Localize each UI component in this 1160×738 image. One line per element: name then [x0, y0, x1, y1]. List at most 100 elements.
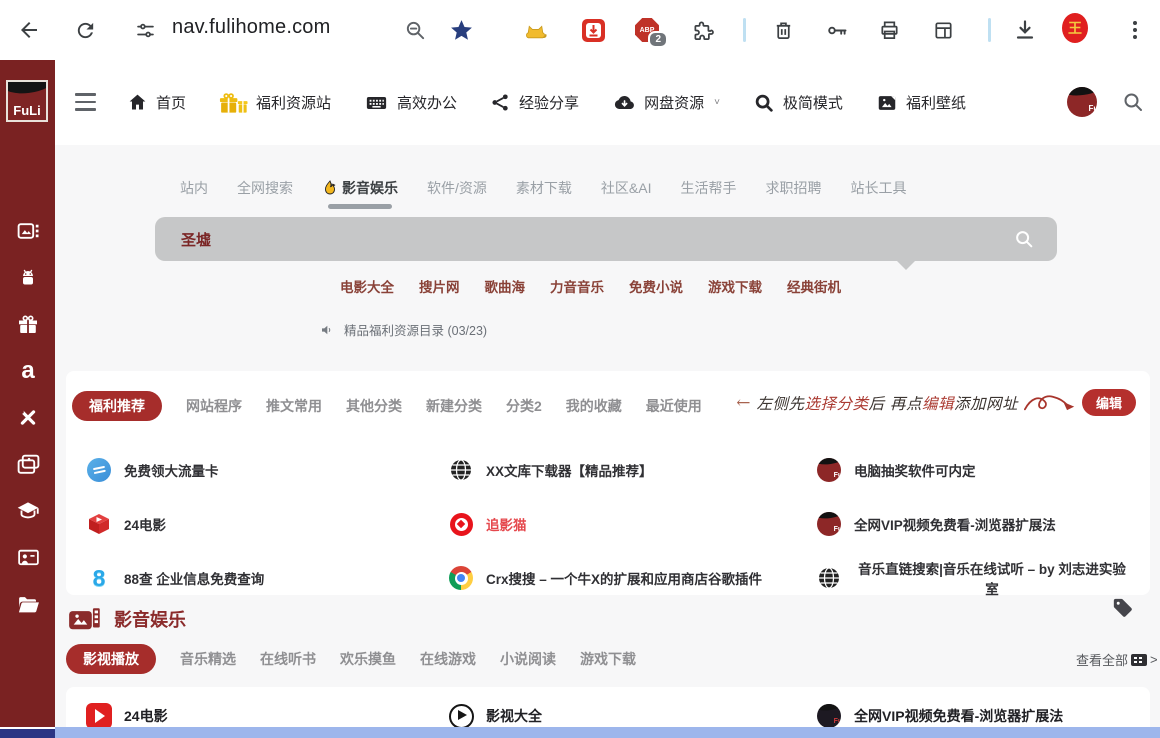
section-tab-music[interactable]: 音乐精选	[180, 649, 236, 669]
sidebar-item-folder[interactable]	[15, 591, 41, 617]
category-tweets[interactable]: 推文常用	[266, 396, 322, 416]
sidebar-item-media[interactable]	[15, 218, 41, 244]
extension-cat-button[interactable]	[522, 17, 548, 43]
header-search-button[interactable]	[1121, 90, 1145, 117]
engine-pointer	[897, 261, 915, 270]
play-circle-icon	[448, 703, 474, 729]
sidebar-item-android[interactable]	[15, 265, 41, 291]
category-new[interactable]: 新建分类	[426, 396, 482, 416]
nav-item-wallpaper[interactable]: 福利壁纸	[876, 92, 966, 114]
toolbar-divider	[988, 18, 991, 42]
nav-item-office[interactable]: 高效办公	[364, 92, 457, 114]
search-submit-button[interactable]	[1013, 228, 1035, 253]
table-icon	[932, 19, 955, 42]
tab-software[interactable]: 软件/资源	[427, 178, 487, 198]
section-tab-fun[interactable]: 欢乐摸鱼	[340, 649, 396, 669]
back-button[interactable]	[16, 17, 42, 43]
section-tab-game-downloads[interactable]: 游戏下载	[580, 649, 636, 669]
section-tab-playback[interactable]: 影视播放	[66, 644, 156, 674]
extensions-button[interactable]	[690, 17, 716, 43]
engine-music[interactable]: 力音音乐	[550, 276, 604, 296]
nav-item-welfare[interactable]: 福利资源站	[219, 91, 331, 115]
passwords-button[interactable]	[824, 17, 850, 43]
link-24movie[interactable]: 24电影	[86, 511, 448, 537]
link-vip-video[interactable]: FuLi 全网VIP视频免费看-浏览器扩展法	[816, 511, 1130, 537]
engine-novels[interactable]: 免费小说	[629, 276, 683, 296]
adblock-button[interactable]: ABP 2	[634, 17, 660, 43]
tab-webmaster[interactable]: 站长工具	[850, 178, 906, 198]
user-avatar[interactable]: FuLi	[1067, 87, 1097, 117]
category-recommend[interactable]: 福利推荐	[72, 391, 162, 421]
hamburger-menu-button[interactable]	[75, 93, 96, 111]
download-icon	[1013, 18, 1037, 42]
sidebar-item-tools[interactable]	[15, 405, 41, 431]
tab-media[interactable]: 影音娱乐	[322, 178, 398, 198]
search-icon	[1013, 228, 1035, 250]
engine-movies[interactable]: 电影大全	[340, 276, 394, 296]
nav-item-simple-mode[interactable]: 极简模式	[753, 92, 843, 114]
edit-button[interactable]: 编辑	[1082, 389, 1136, 416]
sidebar-item-gift[interactable]	[15, 312, 41, 338]
link-doc-downloader[interactable]: XX文库下载器【精品推荐】	[448, 457, 816, 483]
link-movie-collection[interactable]: 影视大全	[448, 703, 816, 729]
tab-web-search[interactable]: 全网搜索	[237, 178, 293, 198]
site-logo[interactable]: FuLi	[6, 80, 48, 122]
section-tab-novels[interactable]: 小说阅读	[500, 649, 556, 669]
engine-arcade[interactable]: 经典街机	[787, 276, 841, 296]
trash-button[interactable]	[770, 17, 796, 43]
sidebar-item-photos[interactable]	[15, 451, 41, 477]
link-zhuiyingmao[interactable]: 追影猫	[448, 511, 816, 537]
bookmark-button[interactable]	[448, 17, 474, 43]
site-settings-button[interactable]	[132, 17, 158, 43]
profile-button[interactable]: 王	[1062, 15, 1088, 41]
downloads-button[interactable]	[1012, 17, 1038, 43]
nav-item-home[interactable]: 首页	[127, 92, 186, 113]
category-recent[interactable]: 最近使用	[646, 396, 702, 416]
category-2[interactable]: 分类2	[506, 396, 542, 416]
tag-icon[interactable]	[1112, 597, 1134, 624]
tab-materials[interactable]: 素材下载	[516, 178, 572, 198]
announcement[interactable]: 精品福利资源目录 (03/23)	[320, 320, 487, 339]
print-button[interactable]	[876, 17, 902, 43]
layout-button[interactable]	[930, 17, 956, 43]
links-panel: 福利推荐 网站程序 推文常用 其他分类 新建分类 分类2 我的收藏 最近使用 ←…	[66, 371, 1150, 595]
sidebar-item-a[interactable]: a	[15, 358, 41, 384]
back-icon	[17, 18, 41, 42]
link-88cha[interactable]: 8 88查 企业信息免费查询	[86, 565, 448, 591]
category-favorites[interactable]: 我的收藏	[566, 396, 622, 416]
section-tab-audiobooks[interactable]: 在线听书	[260, 649, 316, 669]
tab-site[interactable]: 站内	[180, 178, 208, 198]
sidebar-item-education[interactable]	[15, 498, 41, 524]
engine-games[interactable]: 游戏下载	[708, 276, 762, 296]
link-music-search[interactable]: 音乐直链搜索|音乐在线试听 – by 刘志进实验室	[816, 558, 1130, 598]
star-icon	[449, 18, 474, 43]
tab-life[interactable]: 生活帮手	[680, 178, 736, 198]
engine-soupian[interactable]: 搜片网	[419, 276, 460, 296]
zoom-button[interactable]	[402, 17, 428, 43]
link-data-card[interactable]: 免费领大流量卡	[86, 457, 448, 483]
reload-button[interactable]	[72, 17, 98, 43]
link-24movie-bottom[interactable]: 24电影	[86, 703, 448, 729]
sidebar-item-training[interactable]	[15, 545, 41, 571]
nav-item-netdisk[interactable]: 网盘资源 ˅	[612, 92, 720, 114]
link-crx-search[interactable]: Crx搜搜 – 一个牛X的扩展和应用商店谷歌插件	[448, 565, 816, 591]
keyboard-icon	[364, 92, 389, 114]
link-vip-video-bottom[interactable]: FuLi 全网VIP视频免费看-浏览器扩展法	[816, 703, 1130, 729]
sidebar: FuLi a	[0, 60, 55, 727]
search-box[interactable]: 圣墟	[155, 217, 1057, 261]
tab-jobs[interactable]: 求职招聘	[765, 178, 821, 198]
section-tab-online-games[interactable]: 在线游戏	[420, 649, 476, 669]
section-header: 影音娱乐	[68, 604, 186, 634]
menu-button[interactable]	[1122, 17, 1148, 43]
address-bar[interactable]: nav.fulihome.com	[172, 16, 330, 39]
nav-item-share[interactable]: 经验分享	[490, 92, 579, 113]
view-all-button[interactable]: 查看全部 >	[1076, 650, 1158, 669]
extension-downloader-button[interactable]	[580, 17, 606, 43]
tab-community-ai[interactable]: 社区&AI	[601, 178, 652, 198]
zoom-out-icon	[404, 19, 427, 42]
link-lottery[interactable]: FuLi 电脑抽奖软件可内定	[816, 457, 1130, 483]
category-programs[interactable]: 网站程序	[186, 396, 242, 416]
bottom-strip	[55, 727, 1160, 738]
category-others[interactable]: 其他分类	[346, 396, 402, 416]
engine-songs[interactable]: 歌曲海	[485, 276, 526, 296]
